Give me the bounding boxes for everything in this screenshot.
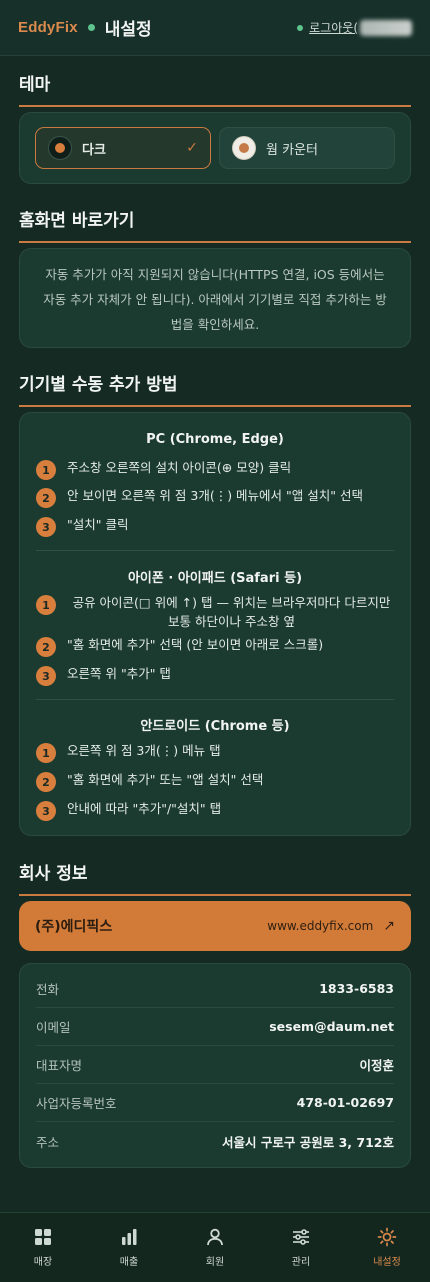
theme-option-label: 웜 카운터 — [266, 142, 318, 158]
company-website-link[interactable]: (주)에디픽스 www.eddyfix.com ↗ — [19, 901, 411, 951]
header-user-area: 로그아웃( — [297, 19, 412, 36]
step-item: 3 안내에 따라 "추가"/"설치" 탭 — [36, 799, 396, 821]
shortcut-notice-text: 자동 추가가 아직 지원되지 않습니다(HTTPS 연결, iOS 등에서는 자… — [43, 267, 387, 332]
info-value: 478-01-02697 — [296, 1095, 394, 1110]
step-item: 3 "설치" 클릭 — [36, 515, 396, 537]
step-item: 3 오른쪽 위 "추가" 탭 — [36, 664, 396, 686]
theme-section-title: 테마 — [19, 70, 411, 107]
company-section-title: 회사 정보 — [19, 859, 411, 896]
company-name: (주)에디픽스 — [35, 919, 113, 935]
info-row-ceo: 대표자명 이정훈 — [36, 1046, 394, 1084]
device-title-pc: PC (Chrome, Edge) — [146, 432, 284, 447]
check-icon: ✓ — [186, 140, 198, 156]
step-number: 2 — [36, 488, 56, 508]
info-label: 주소 — [36, 1134, 60, 1150]
theme-option-label: 다크 — [82, 142, 106, 158]
info-row-email: 이메일 sesem@daum.net — [36, 1008, 394, 1046]
bar-chart-icon — [122, 1229, 137, 1245]
nav-item-sales[interactable]: 매출 — [86, 1213, 172, 1282]
sliders-icon — [293, 1229, 309, 1245]
step-text: "홈 화면에 추가" 선택 (안 보이면 아래로 스크롤) — [67, 637, 324, 652]
step-text: 공유 아이콘(□ 위에 ↑) 탭 — 위치는 브라우저마다 다르지만 보통 하단… — [72, 595, 391, 629]
step-text: 안 보이면 오른쪽 위 점 3개(⋮) 메뉴에서 "앱 설치" 선택 — [67, 488, 363, 503]
nav-label: 내설정 — [373, 1257, 401, 1268]
step-number: 3 — [36, 517, 56, 537]
logout-link[interactable]: 로그아웃( — [309, 19, 358, 36]
status-dot — [87, 24, 95, 31]
step-item: 2 안 보이면 오른쪽 위 점 3개(⋮) 메뉴에서 "앱 설치" 선택 — [36, 486, 396, 508]
step-number: 2 — [36, 637, 56, 657]
step-text: "홈 화면에 추가" 또는 "앱 설치" 선택 — [67, 772, 264, 787]
step-number: 2 — [36, 772, 56, 792]
shortcut-section-title: 홈화면 바로가기 — [19, 206, 411, 243]
grid-icon — [35, 1229, 51, 1245]
app-header: EddyFix 내설정 로그아웃( — [0, 0, 430, 56]
bottom-nav: 매장 매출 회원 관리 내설정 — [0, 1212, 430, 1282]
device-title-ios: 아이폰 · 아이패드 (Safari 등) — [127, 571, 303, 586]
theme-option-warm-counter[interactable]: 웜 카운터 — [219, 127, 395, 169]
info-label: 대표자명 — [36, 1058, 83, 1073]
step-number: 3 — [36, 666, 56, 686]
info-value: 1833-6583 — [319, 981, 394, 996]
step-number: 1 — [36, 595, 56, 615]
nav-item-members[interactable]: 회원 — [172, 1213, 258, 1282]
nav-label: 매장 — [33, 1257, 53, 1268]
step-text: 주소창 오른쪽의 설치 아이콘(⊕ 모양) 클릭 — [67, 460, 292, 475]
theme-card: 다크 ✓ 웜 카운터 — [19, 112, 411, 184]
step-item: 2 "홈 화면에 추가" 선택 (안 보이면 아래로 스크롤) — [36, 635, 396, 657]
sun-gear-icon — [377, 1227, 397, 1247]
online-dot — [297, 24, 304, 31]
user-icon — [207, 1228, 223, 1246]
external-link-icon: ↗ — [383, 918, 395, 934]
brand-logo[interactable]: EddyFix — [18, 19, 78, 36]
step-number: 1 — [36, 460, 56, 480]
device-title-android: 안드로이드 (Chrome 등) — [140, 719, 290, 734]
nav-item-my-settings[interactable]: 내설정 — [344, 1213, 430, 1282]
company-info-card: 전화 1833-6583 이메일 sesem@daum.net 대표자명 이정훈… — [19, 963, 411, 1168]
nav-item-store[interactable]: 매장 — [0, 1213, 86, 1282]
step-item: 1 오른쪽 위 점 3개(⋮) 메뉴 탭 — [36, 741, 396, 763]
step-text: 안내에 따라 "추가"/"설치" 탭 — [67, 801, 222, 816]
manual-steps-card: PC (Chrome, Edge) 1 주소창 오른쪽의 설치 아이콘(⊕ 모양… — [19, 412, 411, 836]
info-value: 서울시 구로구 공원로 3, 712호 — [222, 1134, 394, 1150]
page-title: 내설정 — [104, 20, 152, 40]
step-item: 2 "홈 화면에 추가" 또는 "앱 설치" 선택 — [36, 770, 396, 792]
redacted-username — [360, 19, 412, 36]
divider — [36, 699, 394, 700]
nav-item-manage[interactable]: 관리 — [258, 1213, 344, 1282]
info-row-address: 주소 서울시 구로구 공원로 3, 712호 — [36, 1122, 394, 1160]
step-text: 오른쪽 위 "추가" 탭 — [67, 666, 171, 681]
info-value: sesem@daum.net — [269, 1019, 394, 1034]
info-label: 이메일 — [36, 1020, 71, 1035]
step-item: 1 공유 아이콘(□ 위에 ↑) 탭 — 위치는 브라우저마다 다르지만 보통 … — [36, 593, 396, 631]
step-text: "설치" 클릭 — [67, 517, 129, 532]
step-number: 3 — [36, 801, 56, 821]
info-label: 전화 — [36, 982, 60, 997]
info-label: 사업자등록번호 — [36, 1096, 117, 1111]
info-row-phone: 전화 1833-6583 — [36, 970, 394, 1008]
step-item: 1 주소창 오른쪽의 설치 아이콘(⊕ 모양) 클릭 — [36, 458, 396, 480]
info-row-business-number: 사업자등록번호 478-01-02697 — [36, 1084, 394, 1122]
radio-selected-icon — [48, 136, 72, 160]
info-value: 이정훈 — [359, 1058, 394, 1073]
radio-icon — [232, 136, 256, 160]
divider — [36, 550, 394, 551]
step-text: 오른쪽 위 점 3개(⋮) 메뉴 탭 — [67, 743, 221, 758]
step-number: 1 — [36, 743, 56, 763]
theme-option-dark[interactable]: 다크 ✓ — [35, 127, 211, 169]
nav-label: 관리 — [291, 1257, 311, 1268]
shortcut-notice-card: 자동 추가가 아직 지원되지 않습니다(HTTPS 연결, iOS 등에서는 자… — [19, 248, 411, 348]
manual-section-title: 기기별 수동 추가 방법 — [19, 370, 411, 407]
nav-label: 매출 — [119, 1257, 139, 1268]
nav-label: 회원 — [205, 1257, 225, 1268]
company-website: www.eddyfix.com — [267, 919, 374, 933]
